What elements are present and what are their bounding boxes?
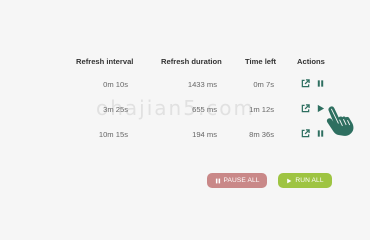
row-1-interval: 0m 10s: [103, 80, 128, 89]
pause-all-button[interactable]: PAUSE ALL: [207, 173, 267, 188]
pause-icon: [215, 178, 220, 183]
row-3-time-left: 8m 36s: [249, 130, 274, 139]
header-time-left: Time left: [245, 57, 277, 66]
run-all-button[interactable]: RUN ALL: [278, 173, 332, 188]
external-link-icon[interactable]: [301, 129, 310, 138]
run-all-label: RUN ALL: [295, 177, 324, 184]
play-icon: [287, 178, 292, 183]
header-refresh-interval: Refresh interval: [76, 57, 134, 66]
pause-icon[interactable]: [316, 79, 325, 88]
row-1-time-left: 0m 7s: [253, 80, 274, 89]
external-link-icon[interactable]: [301, 79, 310, 88]
row-1-actions: [301, 79, 325, 88]
row-3-duration: 194 ms: [192, 130, 217, 139]
pause-all-label: PAUSE ALL: [223, 177, 260, 184]
watermark: ohajian5.com: [96, 96, 256, 120]
header-refresh-duration: Refresh duration: [161, 57, 222, 66]
external-link-icon[interactable]: [301, 104, 310, 113]
row-3-interval: 10m 15s: [98, 130, 128, 139]
header-actions: Actions: [297, 57, 325, 66]
row-1-duration: 1433 ms: [187, 80, 217, 89]
hand-cursor-icon: [320, 103, 360, 144]
